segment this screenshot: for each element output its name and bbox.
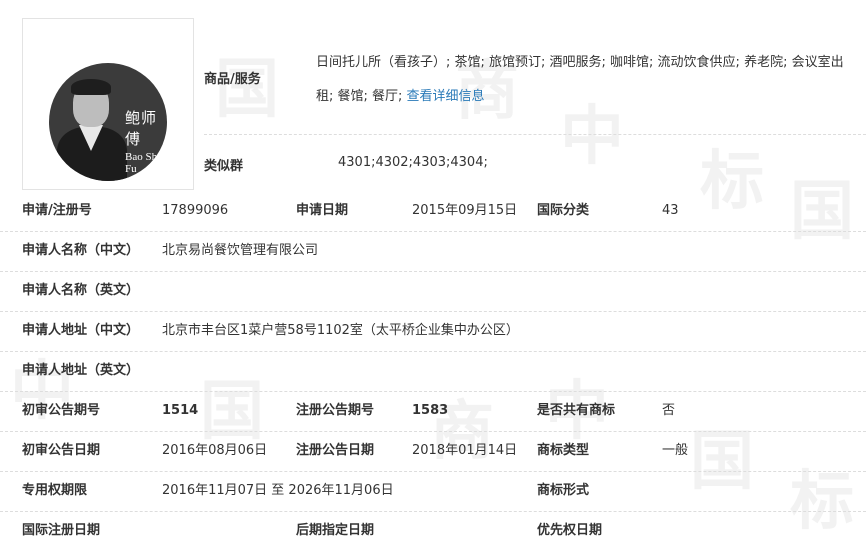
similar-group-label: 类似群: [204, 159, 244, 174]
detail-row: 初审公告期号 1514 注册公告期号 1583 是否共有商标 否: [0, 391, 866, 432]
field-label: 商标形式: [537, 483, 590, 498]
logo-text: 鲍师傅 Bao Shi Fu: [125, 107, 167, 175]
goods-label: 商品/服务: [204, 72, 261, 87]
field-label: 申请人名称（英文）: [22, 283, 140, 298]
watermark-char: 中: [560, 100, 624, 174]
field-label: 注册公告期号: [296, 403, 375, 418]
field-label: 后期指定日期: [296, 523, 375, 538]
logo-name-cn: 鲍师傅: [125, 109, 158, 148]
field-value: 一般: [662, 443, 689, 458]
field-value: 43: [662, 203, 679, 218]
goods-value: 日间托儿所（看孩子）; 茶馆; 旅馆预订; 酒吧服务; 咖啡馆; 流动饮食供应;…: [316, 46, 848, 114]
detail-row: 初审公告日期 2016年08月06日 注册公告日期 2018年01月14日 商标…: [0, 431, 866, 472]
detail-row: 申请人地址（英文）: [0, 351, 866, 392]
field-label: 商标类型: [537, 443, 590, 458]
field-value: 北京易尚餐饮管理有限公司: [162, 243, 319, 258]
field-label: 国际注册日期: [22, 523, 101, 538]
field-label: 专用权期限: [22, 483, 88, 498]
field-value: 1583: [412, 403, 449, 418]
field-label: 申请日期: [296, 203, 349, 218]
field-label: 优先权日期: [537, 523, 603, 538]
detail-row: 申请人名称（中文） 北京易尚餐饮管理有限公司: [0, 231, 866, 272]
trademark-image[interactable]: 鲍师傅 Bao Shi Fu: [22, 18, 194, 190]
field-label: 申请人名称（中文）: [22, 243, 140, 258]
detail-row: 国际注册日期 后期指定日期 优先权日期: [0, 511, 866, 551]
field-label: 申请人地址（英文）: [22, 363, 140, 378]
field-value: 2016年11月07日 至 2026年11月06日: [162, 483, 394, 498]
goods-text: 日间托儿所（看孩子）; 茶馆; 旅馆预订; 酒吧服务; 咖啡馆; 流动饮食供应;…: [316, 55, 844, 104]
field-label: 申请/注册号: [22, 203, 92, 218]
view-details-link[interactable]: 查看详细信息: [407, 89, 485, 104]
field-label: 注册公告日期: [296, 443, 375, 458]
detail-row: 申请/注册号 17899096 申请日期 2015年09月15日 国际分类 43: [0, 191, 866, 232]
field-value: 2015年09月15日: [412, 203, 518, 218]
divider: [204, 134, 866, 135]
field-value: 北京市丰台区1菜户营58号1102室（太平桥企业集中办公区）: [162, 323, 519, 338]
detail-row: 申请人地址（中文） 北京市丰台区1菜户营58号1102室（太平桥企业集中办公区）: [0, 311, 866, 352]
field-label: 是否共有商标: [537, 403, 616, 418]
field-label: 初审公告日期: [22, 443, 101, 458]
field-value: 否: [662, 403, 676, 418]
similar-group-value: 4301;4302;4303;4304;: [338, 155, 488, 170]
field-value: 1514: [162, 403, 199, 418]
logo-hair-shape: [71, 79, 111, 95]
field-value: 2018年01月14日: [412, 443, 518, 458]
field-value: 2016年08月06日: [162, 443, 268, 458]
field-label: 国际分类: [537, 203, 590, 218]
field-label: 申请人地址（中文）: [22, 323, 140, 338]
detail-row: 专用权期限 2016年11月07日 至 2026年11月06日 商标形式: [0, 471, 866, 512]
logo-portrait: 鲍师傅 Bao Shi Fu: [49, 63, 167, 181]
field-label: 初审公告期号: [22, 403, 101, 418]
logo-name-en: Bao Shi Fu: [125, 151, 161, 175]
field-value: 17899096: [162, 203, 229, 218]
detail-row: 申请人名称（英文）: [0, 271, 866, 312]
